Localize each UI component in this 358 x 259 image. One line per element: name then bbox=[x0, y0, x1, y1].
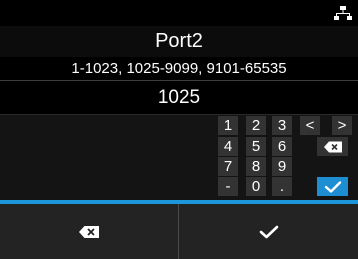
enter-key[interactable] bbox=[317, 177, 348, 196]
port-value-field[interactable]: 1025 bbox=[0, 80, 358, 114]
key-6[interactable]: 6 bbox=[272, 137, 292, 156]
cursor-left-key[interactable]: < bbox=[300, 116, 320, 135]
port-setting-screen: Port2 1-1023, 1025-9099, 9101-65535 1025… bbox=[0, 0, 358, 259]
key-7[interactable]: 7 bbox=[218, 157, 238, 176]
allowed-range-label: 1-1023, 1025-9099, 9101-65535 bbox=[0, 57, 358, 80]
cursor-right-key[interactable]: > bbox=[332, 116, 352, 135]
page-title: Port2 bbox=[155, 30, 203, 52]
softkey-bar bbox=[0, 204, 358, 259]
checkmark-icon bbox=[259, 225, 278, 238]
key-0[interactable]: 0 bbox=[246, 177, 266, 196]
status-bar bbox=[0, 0, 358, 26]
key-8[interactable]: 8 bbox=[246, 157, 266, 176]
key-4[interactable]: 4 bbox=[218, 137, 238, 156]
backspace-icon bbox=[79, 225, 99, 238]
backspace-key[interactable] bbox=[317, 137, 348, 156]
key-3[interactable]: 3 bbox=[272, 116, 292, 135]
softkey-backspace-button[interactable] bbox=[0, 204, 178, 259]
checkmark-icon bbox=[324, 180, 341, 193]
key-2[interactable]: 2 bbox=[246, 116, 266, 135]
key-1[interactable]: 1 bbox=[218, 116, 238, 135]
key-9[interactable]: 9 bbox=[272, 157, 292, 176]
softkey-confirm-button[interactable] bbox=[179, 204, 358, 259]
network-icon bbox=[334, 6, 352, 20]
key-5[interactable]: 5 bbox=[246, 137, 266, 156]
port-value: 1025 bbox=[157, 87, 201, 108]
key-minus[interactable]: - bbox=[218, 177, 238, 196]
key-decimal[interactable]: . bbox=[272, 177, 292, 196]
backspace-icon bbox=[323, 141, 342, 152]
